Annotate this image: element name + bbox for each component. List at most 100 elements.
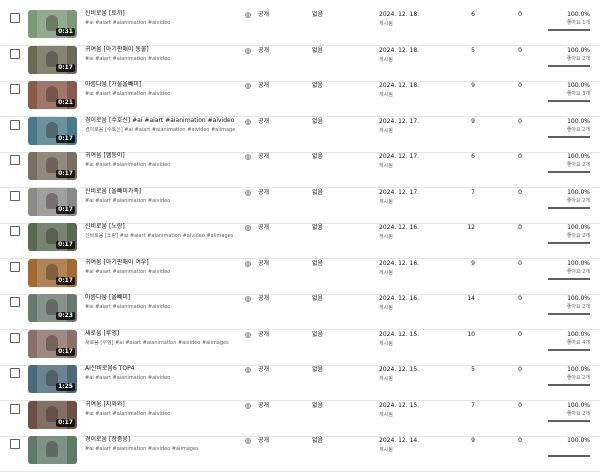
video-thumbnail[interactable]: 0:17 xyxy=(28,187,77,216)
like-ratio-bar xyxy=(548,277,590,280)
visibility-label[interactable]: 공개 xyxy=(258,366,269,374)
video-title[interactable]: 귀여움 [아기판매이 여우] xyxy=(85,259,235,267)
visibility-label[interactable]: 공개 xyxy=(258,295,269,303)
video-row[interactable]: 0:17 귀여움 [아기판매이 동물] #ai #aiart #aianimatio… xyxy=(0,45,600,82)
like-ratio: 100.0% xyxy=(567,117,590,125)
video-description: #ai #aiart #aianimation #aivideo xyxy=(85,304,171,310)
visibility-label[interactable]: 공개 xyxy=(258,260,269,268)
select-checkbox[interactable] xyxy=(10,190,20,201)
publish-status: 게시됨 xyxy=(379,447,393,453)
video-row[interactable]: 0:17 새로움 [루엥] 새로움 [루엥] #ai #aiart #aianima… xyxy=(0,329,600,366)
video-title[interactable]: AI신비로움6 TOP4 xyxy=(85,365,235,373)
video-title[interactable]: 경이로움 [장중웅] xyxy=(85,436,235,444)
visibility-label[interactable]: 공개 xyxy=(258,224,269,232)
select-checkbox[interactable] xyxy=(10,439,20,449)
select-checkbox[interactable] xyxy=(10,119,20,130)
video-thumbnail[interactable]: 0:17 xyxy=(28,223,77,251)
visibility-label[interactable]: 공개 xyxy=(258,118,269,126)
video-row[interactable]: 0:21 아름다움 [거울올빼미] #ai #aiart #aianimation … xyxy=(0,81,600,117)
comment-count: 0 xyxy=(518,295,522,302)
select-checkbox[interactable] xyxy=(10,403,20,414)
video-title[interactable]: 귀여움 [지와와] xyxy=(85,401,235,409)
visibility-label[interactable]: 공개 xyxy=(258,331,269,339)
video-thumbnail[interactable]: 0:31 xyxy=(28,10,77,38)
select-checkbox[interactable] xyxy=(10,226,20,236)
select-checkbox[interactable] xyxy=(10,48,20,59)
globe-icon xyxy=(245,367,251,373)
visibility-label[interactable]: 공개 xyxy=(258,153,269,161)
like-ratio-bar xyxy=(548,242,590,244)
video-thumbnail[interactable]: 0:23 xyxy=(28,294,77,322)
video-title[interactable]: 경이로움 [수호신] #ai #aiart #aianimation #aivi… xyxy=(85,117,235,125)
video-thumbnail[interactable]: 0:21 xyxy=(28,81,77,109)
comment-count: 0 xyxy=(518,11,522,18)
video-description: 신비로움 [노랑] #ai #aiart #aianimation #aivid… xyxy=(85,233,234,239)
select-checkbox[interactable] xyxy=(10,155,20,165)
visibility-label[interactable]: 공개 xyxy=(258,82,269,90)
video-title[interactable]: 아름다움 [올빼미] xyxy=(85,294,235,302)
visibility-label[interactable]: 공개 xyxy=(258,11,269,19)
publish-status: 게시됨 xyxy=(379,305,393,311)
video-description: #ai #aiart #aianimation #aivideo xyxy=(85,91,171,97)
video-thumbnail[interactable] xyxy=(28,436,77,464)
video-thumbnail[interactable]: 0:17 xyxy=(28,400,77,429)
video-thumbnail[interactable]: 1:25 xyxy=(28,365,77,393)
video-thumbnail[interactable]: 0:17 xyxy=(28,258,77,287)
video-row[interactable]: 0:31 신비로움 [토끼] #ai #aiart #aianimation #ai… xyxy=(0,10,600,46)
video-description: #ai #aiart #aianimation #aivideo xyxy=(85,268,171,275)
video-duration: 0:17 xyxy=(56,205,75,214)
globe-icon xyxy=(245,331,251,338)
select-checkbox[interactable] xyxy=(10,297,20,307)
visibility-label[interactable]: 공개 xyxy=(258,47,269,55)
video-row[interactable]: 0:17 귀여움 [햄둥이] #ai #aiart #aianimation #ai… xyxy=(0,152,600,188)
restrictions-label: 없음 xyxy=(312,330,324,338)
like-count: 좋아요 2개 xyxy=(566,410,590,417)
select-checkbox[interactable] xyxy=(10,368,20,378)
publish-status: 게시됨 xyxy=(379,234,393,240)
restrictions-label: 없음 xyxy=(312,82,324,89)
video-description: #ai #aiart #aianimation #aivideo xyxy=(85,162,171,168)
video-thumbnail[interactable]: 0:17 xyxy=(28,45,77,74)
video-row[interactable]: 0:17 신비로움 [올빼미가족] #ai #aiart #aianimation … xyxy=(0,187,600,224)
video-duration: 0:23 xyxy=(56,312,75,320)
video-title[interactable]: 새로움 [루엥] xyxy=(85,330,235,338)
video-duration: 0:17 xyxy=(56,347,75,356)
video-thumbnail[interactable]: 0:17 xyxy=(28,116,77,145)
select-checkbox[interactable] xyxy=(10,13,20,23)
restrictions-label: 없음 xyxy=(312,153,324,160)
like-ratio: 100.0% xyxy=(567,295,590,302)
video-title[interactable]: 신비로움 [올빼미가족] xyxy=(85,188,235,196)
video-title[interactable]: 신비로움 [토끼] xyxy=(85,10,235,18)
video-title[interactable]: 귀여움 [햄둥이] xyxy=(85,152,235,160)
video-duration: 0:17 xyxy=(56,418,75,427)
select-checkbox[interactable] xyxy=(10,261,20,272)
comment-count: 0 xyxy=(518,188,522,196)
video-description: 새로움 [루엥] #ai #aiart #aianimation #aivide… xyxy=(85,339,229,346)
video-row[interactable]: 0:17 신비로움 [노랑] 신비로움 [노랑] #ai #aiart #aiani… xyxy=(0,223,600,259)
video-row[interactable]: 0:17 귀여움 [지와와] #ai #aiart #aianimation #ai… xyxy=(0,400,600,437)
visibility-label[interactable]: 공개 xyxy=(258,402,269,410)
like-ratio-bar-fill xyxy=(548,384,590,386)
video-row[interactable]: 0:17 경이로움 [수호신] #ai #aiart #aianimation #… xyxy=(0,116,600,153)
video-title[interactable]: 귀여움 [아기판매이 동물] xyxy=(85,46,235,54)
like-ratio-bar-fill xyxy=(548,171,590,173)
view-count: 9 xyxy=(471,117,475,125)
view-count: 9 xyxy=(471,82,475,89)
video-thumbnail[interactable]: 0:17 xyxy=(28,329,77,358)
video-title[interactable]: 아름다움 [거울올빼미] xyxy=(85,81,235,89)
video-row[interactable]: 0:17 귀여움 [아기판매이 여우] #ai #aiart #aianimatio… xyxy=(0,258,600,295)
video-title[interactable]: 신비로움 [노랑] xyxy=(85,223,235,231)
like-count: 좋아요 3개 xyxy=(566,91,590,97)
select-checkbox[interactable] xyxy=(10,332,20,343)
visibility-label[interactable]: 공개 xyxy=(258,189,269,197)
video-row[interactable]: 0:23 아름다움 [올빼미] #ai #aiart #aianimation #a… xyxy=(0,294,600,330)
video-row[interactable]: 경이로움 [장중웅] #ai #aiart #aianimation #aivid… xyxy=(0,436,600,472)
restrictions-label: 없음 xyxy=(312,295,324,302)
select-checkbox[interactable] xyxy=(10,84,20,94)
like-count: 좋아요 2개 xyxy=(566,233,590,239)
publish-status: 게시됨 xyxy=(379,340,393,347)
video-thumbnail[interactable]: 0:17 xyxy=(28,152,77,180)
like-ratio-bar xyxy=(548,348,590,351)
view-count: 12 xyxy=(467,224,475,231)
video-row[interactable]: 1:25 AI신비로움6 TOP4 #ai #aiart #aianimation … xyxy=(0,365,600,401)
